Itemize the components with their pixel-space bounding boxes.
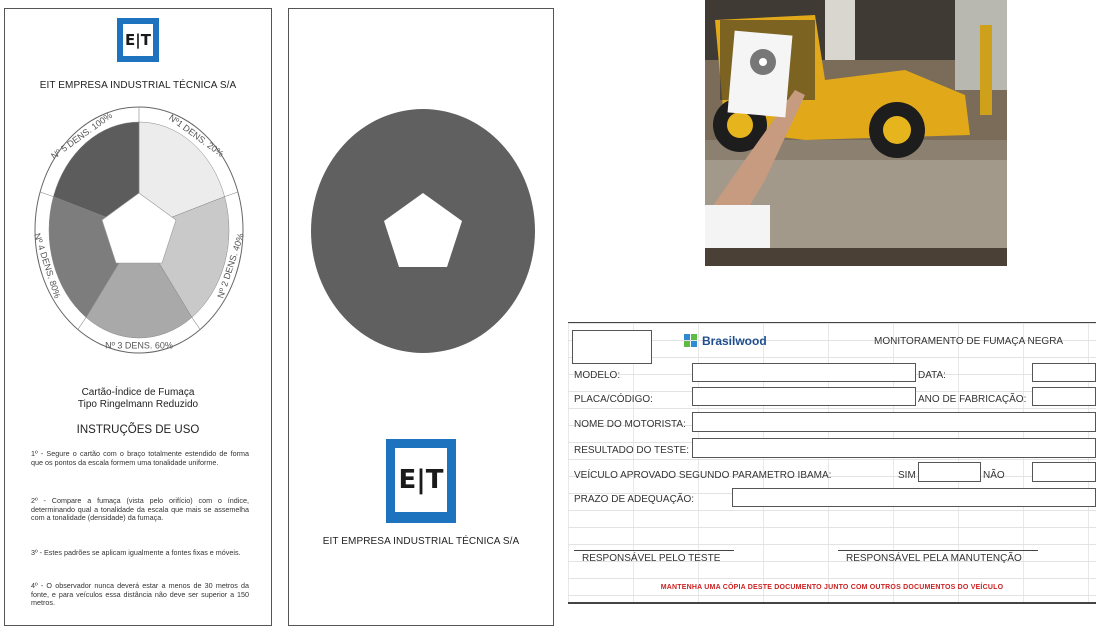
- wheel-label-3: Nº 3 DENS. 60%: [105, 340, 173, 350]
- instruction-2: 2º - Compare a fumaça (vista pelo orifíc…: [31, 496, 249, 523]
- company-name: EIT EMPRESA INDUSTRIAL TÉCNICA S/A: [322, 536, 520, 547]
- instruction-1: 1º - Segure o cartão com o braço totalme…: [31, 449, 249, 467]
- aprovado-label: VEÍCULO APROVADO SEGUNDO PARAMETRO IBAMA…: [574, 470, 832, 481]
- ringelmann-card-back: E|T EIT EMPRESA INDUSTRIAL TÉCNICA S/A: [288, 8, 554, 626]
- motorista-label: NOME DO MOTORISTA:: [574, 419, 686, 430]
- modelo-field[interactable]: [692, 363, 916, 382]
- ano-field[interactable]: [1032, 387, 1096, 406]
- resp-manut-label: RESPONSÁVEL PELA MANUTENÇÃO: [846, 553, 1022, 564]
- brasilwood-icon: [684, 334, 697, 347]
- copy-warning: MANTENHA UMA CÓPIA DESTE DOCUMENTO JUNTO…: [660, 584, 1004, 591]
- resultado-label: RESULTADO DO TESTE:: [574, 445, 690, 456]
- ringelmann-card-front: E|T EIT EMPRESA INDUSTRIAL TÉCNICA S/A N…: [4, 8, 272, 626]
- form-logo-box: [572, 330, 652, 364]
- motorista-field[interactable]: [692, 412, 1096, 432]
- ringelmann-wheel: Nº1 DENS. 20%Nº 2 DENS. 40%Nº 3 DENS. 60…: [32, 106, 246, 354]
- backhoe-photo: [705, 0, 1007, 266]
- brasilwood-logo: Brasilwood: [684, 334, 767, 348]
- resp-teste-label: RESPONSÁVEL PELO TESTE: [582, 553, 721, 564]
- company-name: EIT EMPRESA INDUSTRIAL TÉCNICA S/A: [39, 80, 237, 91]
- brand-name: Brasilwood: [702, 334, 767, 348]
- ano-label: ANO DE FABRICAÇÃO:: [918, 394, 1027, 405]
- eit-logo-text: E|T: [123, 24, 153, 56]
- nao-field[interactable]: [1032, 462, 1096, 482]
- smoke-monitoring-form: Brasilwood MONITORAMENTO DE FUMAÇA NEGRA…: [568, 322, 1096, 604]
- sim-field[interactable]: [918, 462, 981, 482]
- card-title-line2: Tipo Ringelmann Reduzido: [77, 399, 199, 410]
- nao-label: NÃO: [983, 470, 1005, 481]
- smoke-disc: [311, 109, 535, 353]
- instruction-3: 3º - Estes padrões se aplicam igualmente…: [31, 548, 241, 557]
- sim-label: SIM: [898, 470, 916, 481]
- form-title: MONITORAMENTO DE FUMAÇA NEGRA: [874, 336, 1064, 347]
- placa-label: PLACA/CÓDIGO:: [574, 394, 653, 405]
- data-field[interactable]: [1032, 363, 1096, 382]
- eit-logo: E|T: [117, 18, 159, 62]
- prazo-label: PRAZO DE ADEQUAÇÃO:: [574, 494, 695, 505]
- instructions-title: INSTRUÇÕES DE USO: [76, 424, 200, 436]
- placa-field[interactable]: [692, 387, 916, 406]
- prazo-field[interactable]: [732, 488, 1096, 507]
- resultado-field[interactable]: [692, 438, 1096, 458]
- modelo-label: MODELO:: [574, 370, 621, 381]
- data-label: DATA:: [918, 370, 946, 381]
- eit-logo-text: E|T: [395, 448, 447, 512]
- eit-logo: E|T: [386, 439, 456, 523]
- signature-line-maint: [838, 550, 1038, 551]
- signature-line-test: [574, 550, 734, 551]
- instruction-4: 4º - O observador nunca deverá estar a m…: [31, 581, 249, 608]
- card-title-line1: Cartão-Índice de Fumaça: [81, 387, 195, 398]
